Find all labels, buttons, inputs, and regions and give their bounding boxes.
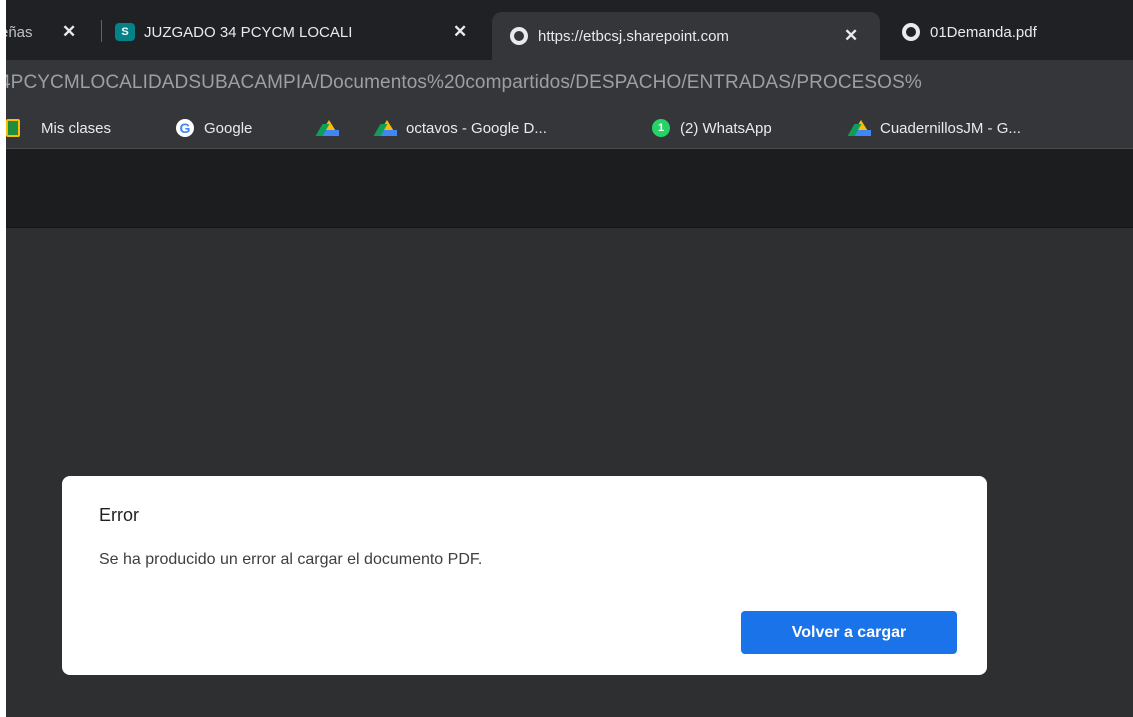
bookmark-google[interactable]: G Google [176,116,252,140]
bookmark-label: Google [204,119,253,137]
dialog-message: Se ha producido un error al cargar el do… [99,551,483,568]
tab-title: JUZGADO 34 PCYCM LOCALI [144,23,353,41]
bookmark-drive[interactable] [319,116,348,140]
url-text[interactable]: 4PCYCMLOCALIDADSUBACAMPIA/Documentos%20c… [0,72,922,94]
window-edge [0,0,6,717]
tab-passwords[interactable]: eñas ✕ [0,12,92,52]
tab-juzgado[interactable]: S JUZGADO 34 PCYCM LOCALI ✕ [115,12,480,52]
tab-sharepoint-active[interactable]: https://etbcsj.sharepoint.com ✕ [492,12,880,60]
tab-strip: eñas ✕ S JUZGADO 34 PCYCM LOCALI ✕ https… [0,0,1133,60]
globe-icon [510,27,528,45]
bookmark-mis-clases[interactable]: Mis clases [6,116,111,140]
bookmark-whatsapp[interactable]: 1 (2) WhatsApp [652,116,772,140]
whatsapp-icon: 1 [652,119,670,137]
dialog-title: Error [99,505,139,525]
tab-title: 01Demanda.pdf [930,23,1037,41]
tab-title: https://etbcsj.sharepoint.com [538,27,729,45]
drive-icon [377,119,397,137]
drive-icon [319,119,339,137]
tab-title: eñas [0,23,33,41]
bookmark-label: (2) WhatsApp [680,119,772,137]
bookmark-label: octavos - Google D... [406,119,547,137]
bookmarks-bar: Mis clases G Google octavos - Google D..… [0,108,1133,149]
reload-button[interactable]: Volver a cargar [741,611,957,654]
error-dialog: Error Se ha producido un error al cargar… [62,476,987,675]
browser-window: eñas ✕ S JUZGADO 34 PCYCM LOCALI ✕ https… [0,0,1133,717]
globe-icon [902,23,920,41]
bookmark-cuadernillos[interactable]: CuadernillosJM - G... [851,116,1021,140]
address-bar[interactable]: 4PCYCMLOCALIDADSUBACAMPIA/Documentos%20c… [0,60,1133,108]
tab-separator [101,20,102,42]
bookmark-octavos[interactable]: octavos - Google D... [377,116,547,140]
classroom-icon [6,119,20,137]
bookmark-label: Mis clases [41,119,112,137]
close-tab-icon[interactable]: ✕ [453,22,467,42]
sharepoint-icon: S [115,23,135,41]
google-icon: G [176,119,194,137]
tab-pdf[interactable]: 01Demanda.pdf [902,12,1133,52]
bookmark-label: CuadernillosJM - G... [880,119,1021,137]
close-tab-icon[interactable]: ✕ [62,22,76,42]
close-tab-icon[interactable]: ✕ [844,26,858,46]
drive-icon [851,119,871,137]
